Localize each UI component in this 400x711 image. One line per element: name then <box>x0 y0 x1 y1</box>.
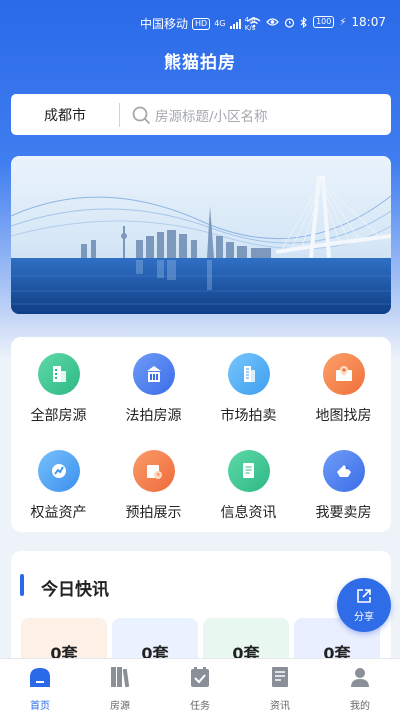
feature-menu: 全部房源 法拍房源 市场拍卖 地图找房 权益资产 预拍展示 信息资讯 我要卖房 <box>11 337 391 532</box>
tab-label: 房源 <box>110 701 130 711</box>
section-accent-bar <box>20 574 24 596</box>
map-pin-icon <box>322 353 365 395</box>
share-label: 分享 <box>354 612 374 623</box>
menu-label: 我要卖房 <box>315 505 372 521</box>
clock: 18:07 <box>351 15 386 29</box>
menu-item-market-auction[interactable]: 市场拍卖 <box>201 353 296 433</box>
hero-banner[interactable] <box>11 156 391 314</box>
books-icon <box>111 667 130 688</box>
tab-profile[interactable]: 我的 <box>320 659 400 711</box>
growth-icon <box>37 450 80 492</box>
hd-badge: HD <box>192 17 211 30</box>
search-icon <box>132 106 151 124</box>
bottom-tab-bar: 首页 房源 任务 资讯 我的 <box>0 658 400 711</box>
status-bar: 中国移动 HD 4G 4.6 K/s 100 ⚡ 18:07 <box>0 0 400 44</box>
bluetooth-icon <box>300 16 307 28</box>
menu-label: 法拍房源 <box>125 408 182 424</box>
search-bar[interactable]: 成都市 房源标题/小区名称 <box>11 94 391 135</box>
carrier-label: 中国移动 <box>140 17 189 31</box>
menu-label: 预拍展示 <box>125 505 182 521</box>
eye-icon <box>266 18 279 26</box>
tab-label: 任务 <box>190 701 210 711</box>
tab-home[interactable]: 首页 <box>0 659 80 711</box>
menu-item-all-listings[interactable]: 全部房源 <box>11 353 106 433</box>
page-title: 熊猫拍房 <box>164 53 236 73</box>
calendar-clock-icon <box>132 450 175 492</box>
network-type: 4G <box>214 19 226 28</box>
menu-item-map-search[interactable]: 地图找房 <box>296 353 391 433</box>
tab-news[interactable]: 资讯 <box>240 659 320 711</box>
tab-label: 首页 <box>30 701 50 711</box>
signal-icon <box>229 18 241 29</box>
building-icon <box>37 353 80 395</box>
tab-listings[interactable]: 房源 <box>80 659 160 711</box>
news-icon <box>272 667 288 687</box>
home-icon <box>30 668 50 687</box>
menu-label: 权益资产 <box>30 505 87 521</box>
menu-item-preview-auction[interactable]: 预拍展示 <box>106 450 201 530</box>
menu-label: 地图找房 <box>315 408 372 424</box>
house-tag-icon <box>322 450 365 492</box>
user-icon <box>351 668 369 687</box>
section-title: 今日快讯 <box>41 580 109 600</box>
task-check-icon <box>191 667 209 687</box>
menu-item-sell-house[interactable]: 我要卖房 <box>296 450 391 530</box>
office-tower-icon <box>227 353 270 395</box>
battery-icon: 100 <box>313 16 335 28</box>
menu-item-judicial-auction[interactable]: 法拍房源 <box>106 353 201 433</box>
share-icon <box>357 589 371 603</box>
bank-icon <box>132 353 175 395</box>
share-button[interactable]: 分享 <box>337 578 391 632</box>
menu-label: 信息资讯 <box>220 505 277 521</box>
document-icon <box>227 450 270 492</box>
search-divider <box>119 102 120 127</box>
alarm-icon <box>284 17 295 28</box>
menu-item-news[interactable]: 信息资讯 <box>201 450 296 530</box>
charging-icon: ⚡ <box>339 16 347 28</box>
menu-item-equity-assets[interactable]: 权益资产 <box>11 450 106 530</box>
search-input[interactable]: 房源标题/小区名称 <box>155 105 268 125</box>
news-section: 今日快讯 0套 0套 0套 0套 <box>11 551 391 671</box>
tab-label: 我的 <box>350 701 370 711</box>
menu-label: 全部房源 <box>30 408 87 424</box>
menu-label: 市场拍卖 <box>220 408 277 424</box>
tab-tasks[interactable]: 任务 <box>160 659 240 711</box>
city-skyline-image <box>11 156 391 314</box>
wifi-icon <box>247 17 261 27</box>
city-selector[interactable]: 成都市 <box>11 105 119 125</box>
tab-label: 资讯 <box>270 701 290 711</box>
